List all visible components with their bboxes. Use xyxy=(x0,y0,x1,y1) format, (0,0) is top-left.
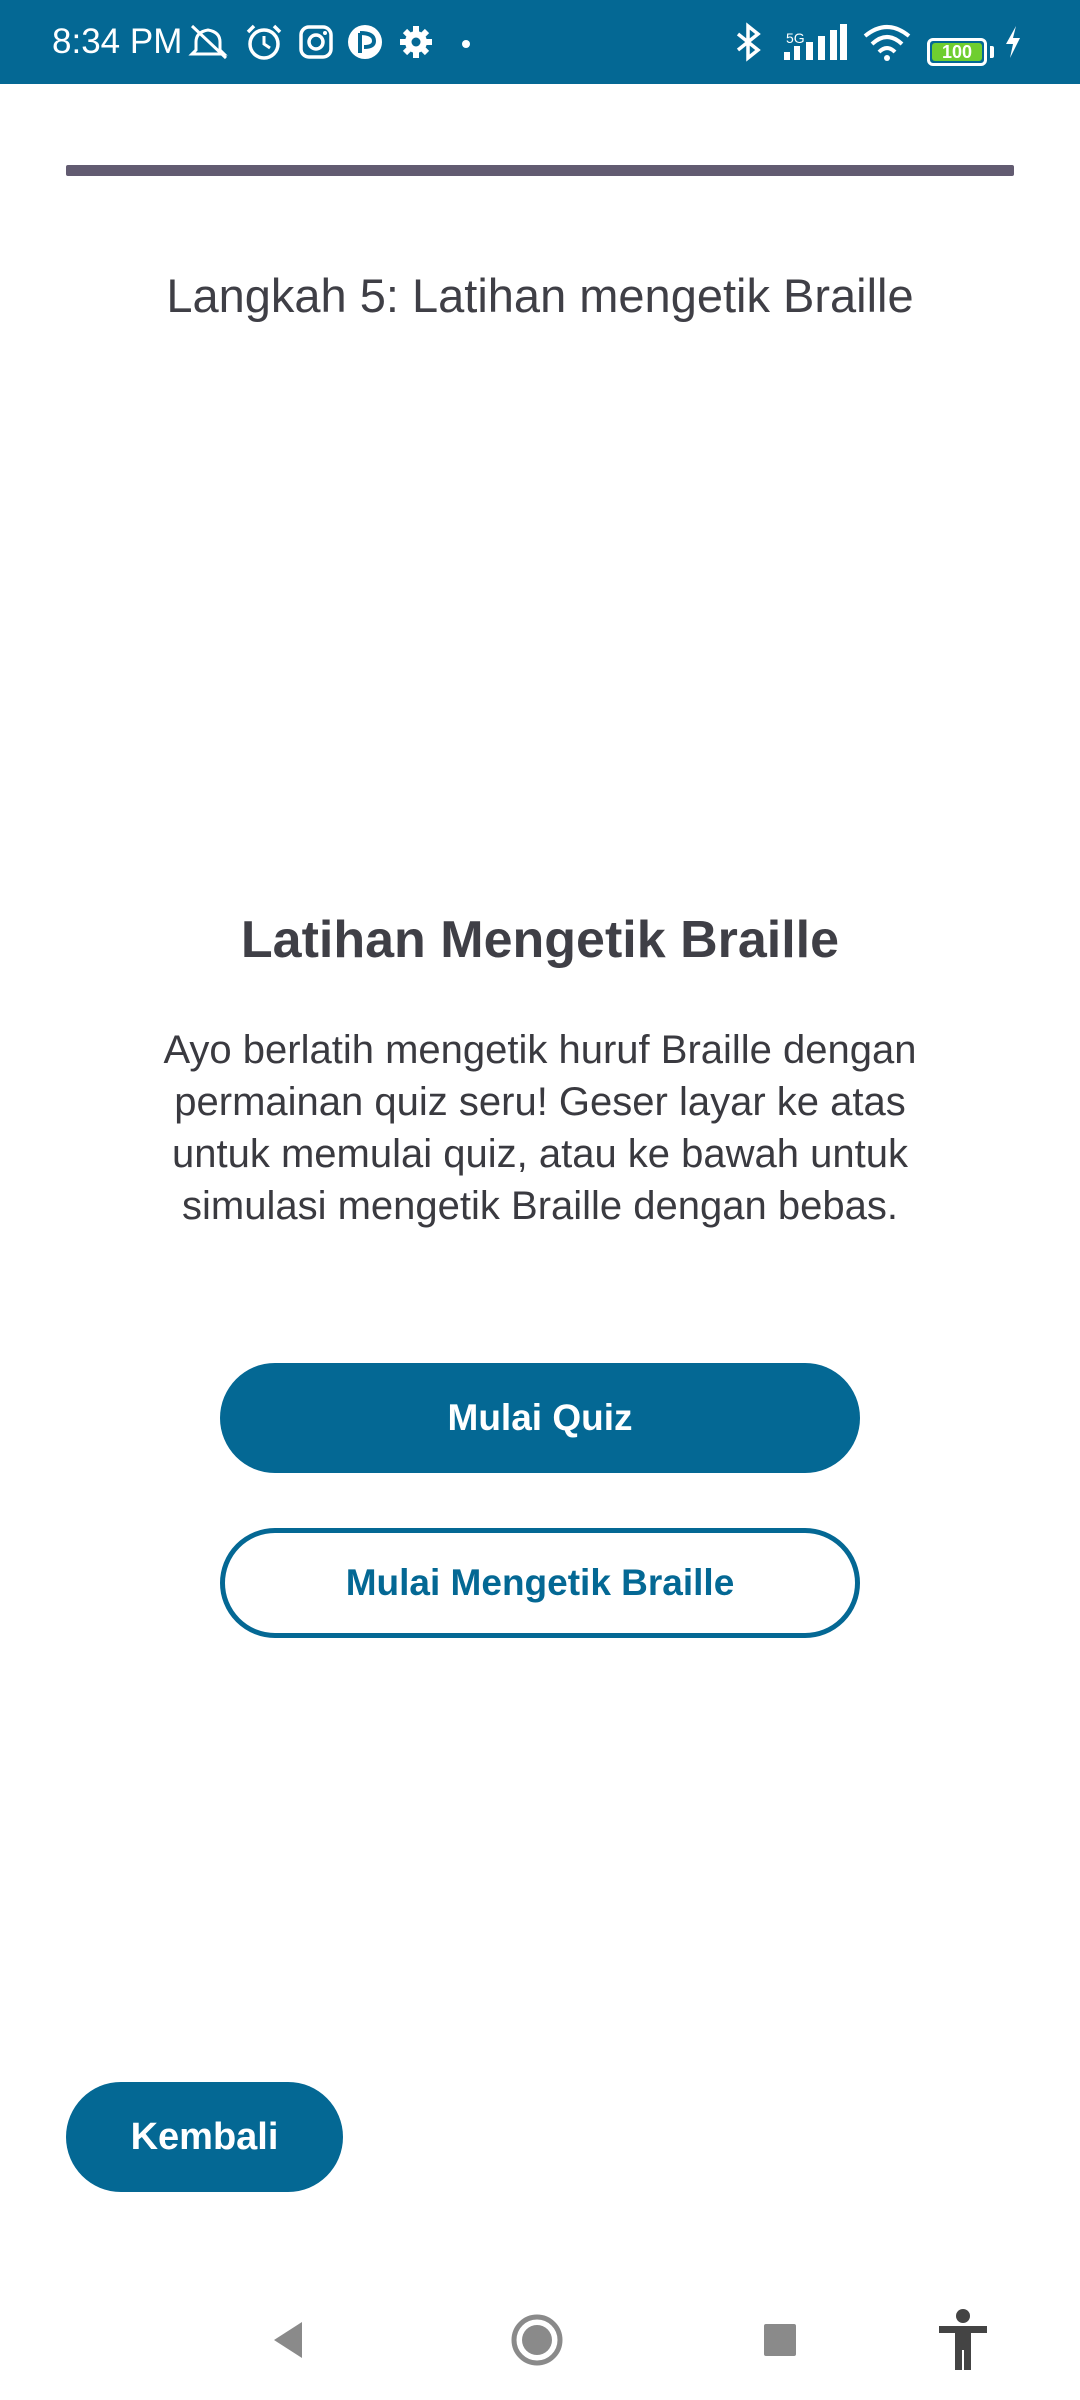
accessibility-icon xyxy=(939,2309,987,2370)
card-title: Latihan Mengetik Braille xyxy=(240,911,840,969)
back-button[interactable]: Kembali xyxy=(66,2082,343,2192)
signal-icon xyxy=(784,24,847,60)
home-icon xyxy=(511,2314,563,2366)
progress-bar xyxy=(66,165,1014,176)
dot-icon xyxy=(462,40,470,48)
nav-accessibility-button[interactable] xyxy=(923,2300,1003,2380)
status-time: 8:34 PM xyxy=(52,22,183,61)
status-bar: 8:34 PM 5G 100 xyxy=(0,0,1080,84)
bluetooth-icon xyxy=(736,22,761,62)
nav-recents-button[interactable] xyxy=(740,2300,820,2380)
screen: 8:34 PM 5G 100 Langkah 5: Latihan menget… xyxy=(0,0,1080,2400)
step-title: Langkah 5: Latihan mengetik Braille xyxy=(166,269,914,322)
battery-level: 100 xyxy=(932,43,982,61)
start-quiz-button[interactable]: Mulai Quiz xyxy=(220,1363,860,1473)
battery-tip xyxy=(990,46,994,58)
back-icon xyxy=(274,2322,302,2358)
settings-icon xyxy=(400,26,432,58)
battery-icon: 100 xyxy=(927,38,987,66)
recents-icon xyxy=(764,2324,796,2356)
alarm-icon xyxy=(246,24,282,60)
nav-back-button[interactable] xyxy=(248,2300,328,2380)
card-description: Ayo berlatih mengetik huruf Braille deng… xyxy=(163,1028,917,1228)
progress-fill xyxy=(66,165,1014,176)
instagram-icon xyxy=(299,25,333,59)
nav-home-button[interactable] xyxy=(497,2300,577,2380)
wifi-icon xyxy=(863,25,911,61)
mute-icon xyxy=(188,24,228,60)
system-nav-bar xyxy=(0,2280,1080,2400)
start-typing-button[interactable]: Mulai Mengetik Braille xyxy=(220,1528,860,1638)
app-icon xyxy=(348,25,382,59)
charging-icon xyxy=(1006,26,1020,58)
